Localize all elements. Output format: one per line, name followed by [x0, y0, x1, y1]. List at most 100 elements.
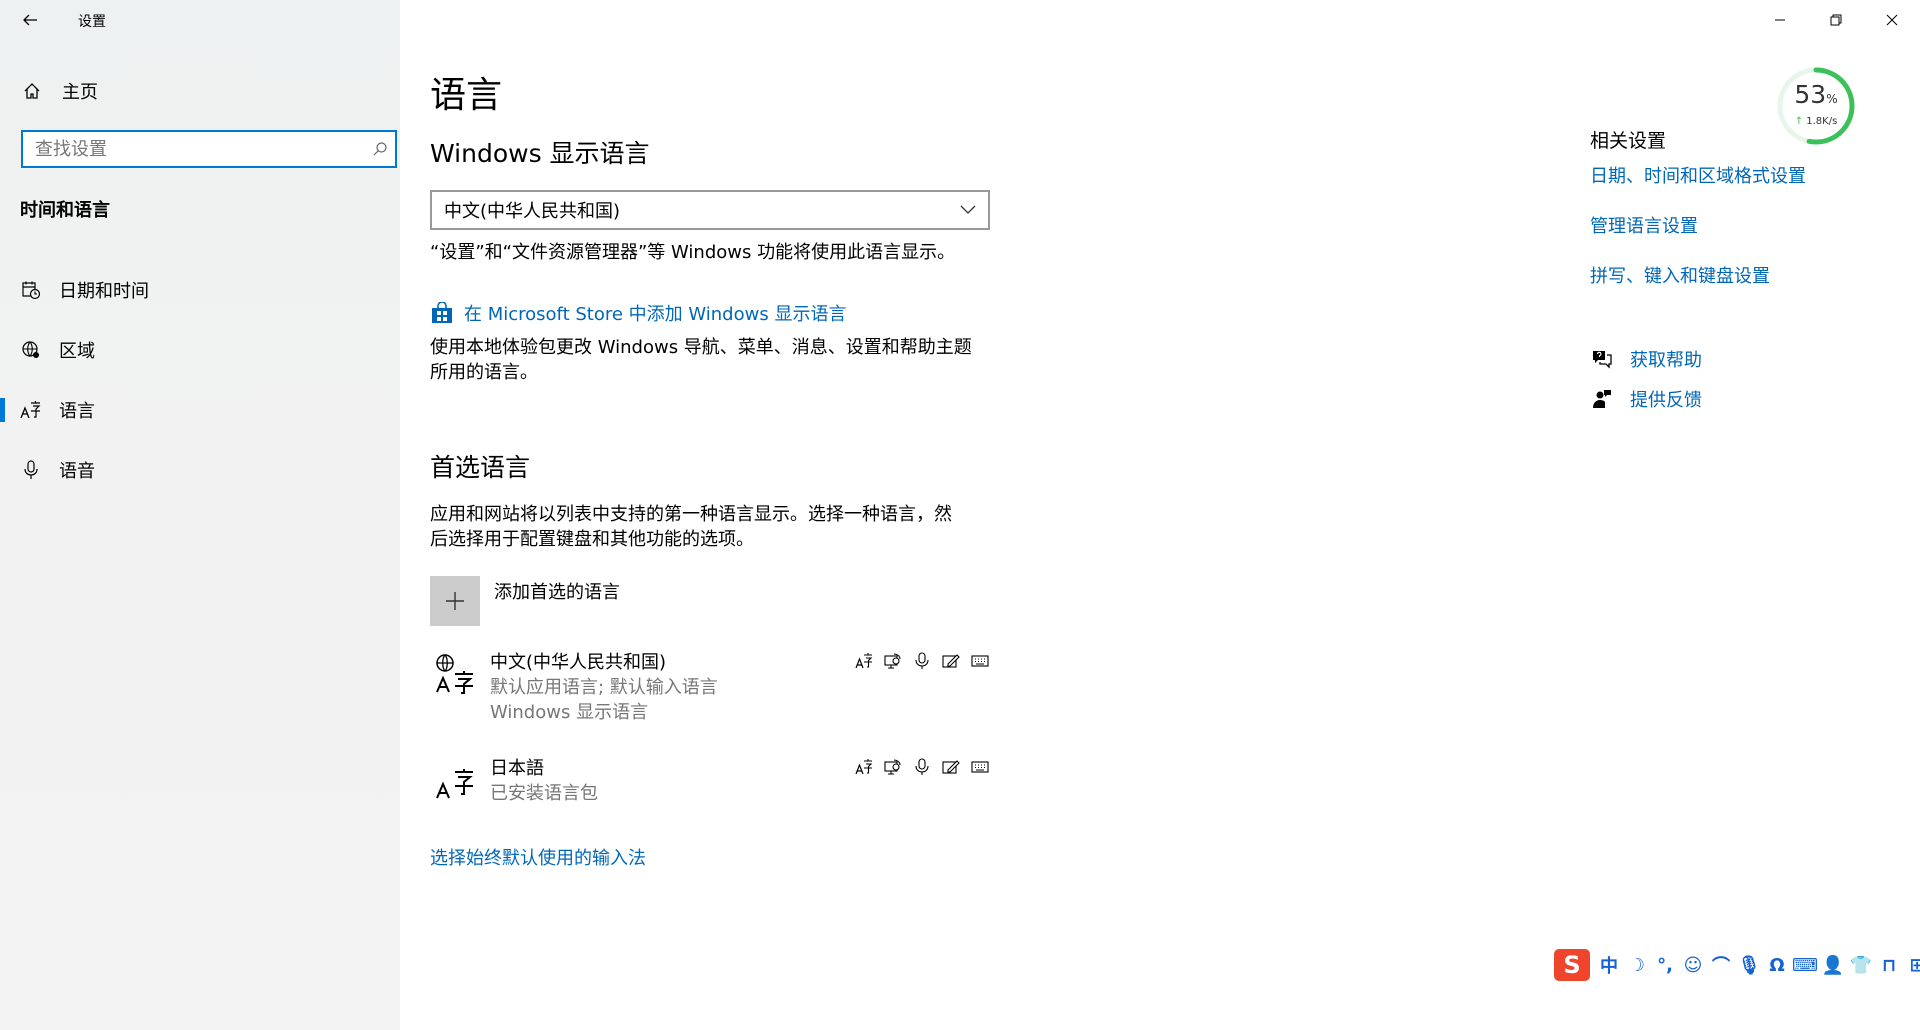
preferred-desc-line: 应用和网站将以列表中支持的第一种语言显示。选择一种语言，然 [430, 504, 952, 525]
moon-icon[interactable]: ☽ [1624, 952, 1650, 978]
search-box[interactable] [21, 130, 397, 168]
preferred-languages-heading: 首选语言 [430, 453, 531, 482]
language-status: 默认应用语言; 默认输入语言 [490, 677, 718, 698]
display-language-dropdown[interactable]: 中文(中华人民共和国) [430, 190, 990, 230]
give-feedback-link[interactable]: 提供反馈 [1590, 386, 1702, 412]
percent-value: 53 [1794, 80, 1827, 109]
language-name: 日本語 [490, 758, 544, 779]
punctuation-icon[interactable]: °, [1652, 952, 1678, 978]
sidebar-item-label: 语言 [59, 401, 95, 422]
sidebar-item-language[interactable]: 语言 [0, 380, 400, 440]
dropdown-value: 中文(中华人民共和国) [444, 201, 621, 222]
display-language-icon [853, 650, 874, 671]
home-icon [20, 79, 44, 103]
back-arrow-icon [23, 14, 37, 26]
gauge-percent: 53% [1776, 80, 1856, 109]
text-to-speech-icon [882, 756, 903, 777]
close-icon [1886, 14, 1898, 26]
globe-region-icon [19, 338, 43, 362]
keyboard-icon [969, 756, 990, 777]
ime-logo-icon[interactable]: S [1554, 949, 1590, 981]
minimize-icon [1775, 19, 1785, 21]
sidebar-item-label: 语音 [59, 461, 95, 482]
language-status: Windows 显示语言 [490, 702, 649, 723]
language-name: 中文(中华人民共和国) [490, 652, 667, 673]
display-language-heading: Windows 显示语言 [430, 139, 650, 168]
sidebar-item-label: 日期和时间 [59, 281, 149, 302]
store-link[interactable]: 在 Microsoft Store 中添加 Windows 显示语言 [430, 300, 846, 326]
shirt-icon[interactable]: 👕 [1848, 952, 1874, 978]
grid-icon[interactable]: ⊞ [1904, 952, 1920, 978]
sidebar-item-speech[interactable]: 语音 [0, 440, 400, 500]
add-language-label: 添加首选的语言 [494, 582, 620, 603]
plus-icon [430, 576, 480, 626]
sidebar-item-region[interactable]: 区域 [0, 320, 400, 380]
close-button[interactable] [1864, 0, 1920, 40]
get-help-link[interactable]: 获取帮助 [1590, 346, 1702, 372]
preferred-desc-line: 后选择用于配置键盘和其他功能的选项。 [430, 529, 754, 550]
language-icon [430, 756, 480, 808]
speech-icon [911, 650, 932, 671]
search-input[interactable] [23, 134, 365, 164]
home-label: 主页 [62, 82, 98, 103]
sidebar-item-date-time[interactable]: 日期和时间 [0, 260, 400, 320]
skin-icon[interactable]: ⌒ [1708, 952, 1734, 978]
handwriting-icon [940, 650, 961, 671]
network-speed-widget[interactable]: 53% ↑ 1.8K/s [1776, 66, 1856, 146]
related-settings-title: 相关设置 [1590, 130, 1667, 152]
display-language-icon [853, 756, 874, 777]
search-icon[interactable] [365, 134, 395, 164]
language-item-chinese[interactable]: 中文(中华人民共和国) 默认应用语言; 默认输入语言 Windows 显示语言 [430, 650, 990, 734]
store-desc-line: 使用本地体验包更改 Windows 导航、菜单、消息、设置和帮助主题 [430, 337, 972, 358]
get-help-label: 获取帮助 [1630, 350, 1702, 371]
sidebar: 设置 主页 时间和语言 日期和时间 区域 语言 [0, 0, 400, 1030]
default-input-method-link[interactable]: 选择始终默认使用的输入法 [430, 846, 646, 871]
language-item-japanese[interactable]: 日本語 已安装语言包 [430, 756, 990, 840]
upload-arrow-icon: ↑ [1794, 116, 1804, 127]
gauge-rate: ↑ 1.8K/s [1776, 116, 1856, 127]
store-desc-line: 所用的语言。 [430, 362, 538, 383]
text-to-speech-icon [882, 650, 903, 671]
microphone-icon [19, 458, 43, 482]
rate-value: 1.8K/s [1806, 116, 1838, 127]
restore-button[interactable] [1808, 0, 1864, 40]
minimize-button[interactable] [1752, 0, 1808, 40]
add-language-button[interactable]: 添加首选的语言 [430, 576, 620, 626]
page-title: 语言 [430, 75, 503, 116]
emoji-icon[interactable]: ☺ [1680, 952, 1706, 978]
microphone-icon[interactable]: 🎙 [1736, 952, 1762, 978]
sidebar-home[interactable]: 主页 [20, 78, 98, 104]
keyboard-icon[interactable]: ⌨ [1792, 952, 1818, 978]
language-display-icon [430, 650, 480, 702]
calendar-clock-icon [19, 278, 43, 302]
store-description: 使用本地体验包更改 Windows 导航、菜单、消息、设置和帮助主题 所用的语言… [430, 335, 972, 385]
tool-icon[interactable]: ⊓ [1876, 952, 1902, 978]
app-title: 设置 [78, 14, 106, 30]
headset-icon[interactable]: Ω [1764, 952, 1790, 978]
chat-help-icon [1590, 347, 1614, 371]
store-link-label: 在 Microsoft Store 中添加 Windows 显示语言 [464, 304, 847, 325]
related-link-date-time-format[interactable]: 日期、时间和区域格式设置 [1590, 162, 1806, 188]
related-link-typing-keyboard[interactable]: 拼写、键入和键盘设置 [1590, 262, 1770, 288]
percent-unit: % [1826, 92, 1838, 106]
user-icon[interactable]: 👤 [1820, 952, 1846, 978]
store-icon [430, 301, 454, 325]
chevron-down-icon [960, 205, 976, 214]
give-feedback-label: 提供反馈 [1630, 390, 1702, 411]
language-feature-icons [853, 756, 990, 777]
keyboard-icon [969, 650, 990, 671]
preferred-description: 应用和网站将以列表中支持的第一种语言显示。选择一种语言，然 后选择用于配置键盘和… [430, 502, 952, 552]
language-status: 已安装语言包 [490, 783, 598, 804]
back-button[interactable] [18, 8, 42, 32]
ime-mode-toggle[interactable]: 中 [1596, 952, 1622, 978]
related-link-manage-language[interactable]: 管理语言设置 [1590, 212, 1698, 238]
sidebar-section-title: 时间和语言 [20, 200, 110, 221]
ime-toolbar: S 中 ☽ °, ☺ ⌒ 🎙 Ω ⌨ 👤 👕 ⊓ ⊞ [1554, 946, 1920, 984]
language-icon [19, 398, 43, 422]
sidebar-item-label: 区域 [59, 341, 95, 362]
speech-icon [911, 756, 932, 777]
language-feature-icons [853, 650, 990, 671]
handwriting-icon [940, 756, 961, 777]
display-language-note: “设置”和“文件资源管理器”等 Windows 功能将使用此语言显示。 [430, 242, 956, 263]
sidebar-nav: 日期和时间 区域 语言 语音 [0, 260, 400, 500]
